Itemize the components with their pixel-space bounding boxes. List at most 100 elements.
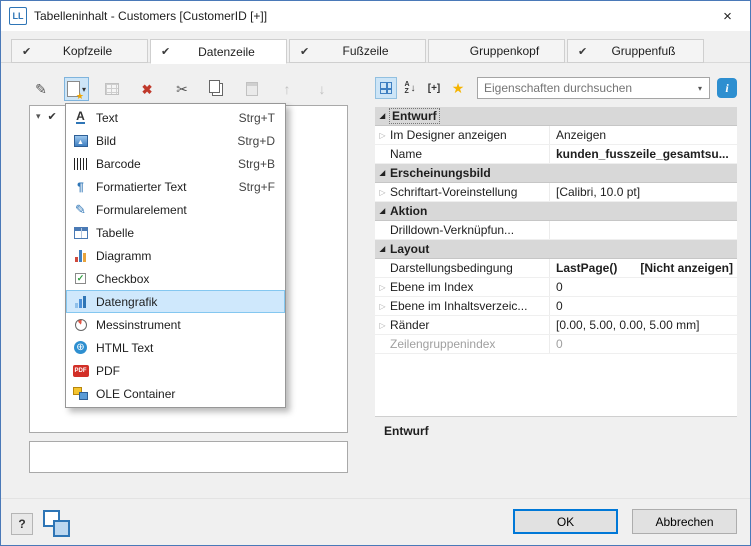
row-expander-icon[interactable]: ▷ — [375, 188, 390, 197]
section-header-layout[interactable]: ◢ Layout — [375, 240, 737, 259]
property-row-zeilengruppenindex[interactable]: Zeilengruppenindex 0 — [375, 335, 737, 354]
property-row-schriftart[interactable]: ▷ Schriftart-Voreinstellung [Calibri, 10… — [375, 183, 737, 202]
gauge-icon — [75, 319, 87, 331]
menu-item-label: Messinstrument — [96, 318, 268, 332]
property-row-ebene-im-index[interactable]: ▷ Ebene im Index 0 — [375, 278, 737, 297]
property-value[interactable]: 0 — [549, 278, 737, 296]
menu-item-label: Datengrafik — [96, 295, 268, 309]
row-expander-icon[interactable]: ▷ — [375, 302, 390, 311]
bracket-plus-icon: [+] — [428, 83, 441, 94]
section-header-erscheinungsbild[interactable]: ◢ Erscheinungsbild — [375, 164, 737, 183]
property-row-name[interactable]: Name kunden_fusszeile_gesamtsu... — [375, 145, 737, 164]
section-header-entwurf[interactable]: ◢ Entwurf — [375, 107, 737, 126]
row-expander-icon[interactable]: ▷ — [375, 283, 390, 292]
menu-item-label: Formatierter Text — [96, 180, 232, 194]
property-grid: ◢ Entwurf ▷ Im Designer anzeigen Anzeige… — [375, 107, 737, 416]
property-row-ebene-inhaltsverzeichnis[interactable]: ▷ Ebene im Inhaltsverzeic... 0 — [375, 297, 737, 316]
property-value[interactable]: [Calibri, 10.0 pt] — [549, 183, 737, 201]
menu-item-bild[interactable]: ▲ Bild Strg+D — [66, 129, 285, 152]
combo-arrow-icon[interactable]: ▾ — [691, 84, 709, 93]
image-icon: ▲ — [74, 135, 88, 147]
menu-item-text[interactable]: A Text Strg+T — [66, 106, 285, 129]
cut-icon: ✂ — [176, 82, 188, 96]
tab-fusszeile[interactable]: ✔ Fußzeile — [289, 39, 426, 63]
property-value[interactable]: LastPage() — [556, 261, 617, 275]
section-header-aktion[interactable]: ◢ Aktion — [375, 202, 737, 221]
categorized-icon — [380, 82, 392, 94]
wizard-button[interactable]: ✎ — [29, 77, 53, 101]
property-value[interactable]: [0.00, 5.00, 0.00, 5.00 mm] — [549, 316, 737, 334]
tab-label: Fußzeile — [316, 44, 415, 58]
tab-gruppenfuss[interactable]: ✔ Gruppenfuß — [567, 39, 704, 63]
section-label: Erscheinungsbild — [390, 166, 491, 180]
menu-item-diagramm[interactable]: Diagramm — [66, 244, 285, 267]
delete-button[interactable]: ✖ — [135, 77, 159, 101]
mountain-glyph: ▲ — [77, 139, 84, 146]
menu-item-label: OLE Container — [96, 387, 268, 401]
favorites-button[interactable]: ★ — [447, 77, 469, 99]
property-value[interactable]: kunden_fusszeile_gesamtsu... — [549, 145, 737, 163]
menu-item-html-text[interactable]: ⊕ HTML Text — [66, 336, 285, 359]
tab-datenzeile[interactable]: ✔ Datenzeile — [150, 39, 287, 64]
tab-kopfzeile[interactable]: ✔ Kopfzeile — [11, 39, 148, 63]
section-label: Aktion — [390, 204, 427, 218]
tab-label: Gruppenfuß — [594, 44, 693, 58]
sort-alphabetical-button[interactable]: AZ ↓ — [399, 77, 421, 99]
menu-item-pdf[interactable]: PDF PDF — [66, 359, 285, 382]
menu-item-formatierter-text[interactable]: ¶ Formatierter Text Strg+F — [66, 175, 285, 198]
menu-item-label: Tabelle — [96, 226, 268, 240]
property-row-im-designer-anzeigen[interactable]: ▷ Im Designer anzeigen Anzeigen — [375, 126, 737, 145]
property-value[interactable]: Anzeigen — [549, 126, 737, 144]
formatted-text-icon: ¶ — [77, 180, 84, 194]
menu-item-ole-container[interactable]: OLE Container — [66, 382, 285, 405]
copy-icon — [209, 80, 220, 93]
property-label: Ebene im Inhaltsverzeic... — [390, 299, 549, 313]
form-element-icon: ✎ — [75, 202, 86, 218]
cut-button[interactable]: ✂ — [170, 77, 194, 101]
edit-contents-button — [100, 77, 124, 101]
property-value[interactable] — [549, 221, 737, 239]
menu-item-checkbox[interactable]: ✓ Checkbox — [66, 267, 285, 290]
check-icon: ✔ — [22, 45, 38, 58]
menu-item-label: Checkbox — [96, 272, 268, 286]
menu-item-barcode[interactable]: Barcode Strg+B — [66, 152, 285, 175]
properties-toolbar: AZ ↓ [+] ★ ▾ i — [375, 75, 737, 101]
ok-button[interactable]: OK — [513, 509, 618, 534]
info-icon: i — [725, 81, 728, 96]
help-button[interactable]: ? — [11, 513, 33, 535]
property-value-state: [Nicht anzeigen] — [640, 261, 733, 275]
info-button[interactable]: i — [717, 78, 737, 98]
categorized-view-button[interactable] — [375, 77, 397, 99]
cancel-button[interactable]: Abbrechen — [632, 509, 737, 534]
property-search-input[interactable] — [478, 81, 691, 95]
star-icon: ★ — [76, 92, 84, 101]
arrow-down-icon: ↓ — [319, 82, 326, 96]
property-row-darstellungsbedingung[interactable]: Darstellungsbedingung LastPage() [Nicht … — [375, 259, 737, 278]
tab-gruppenkopf[interactable]: Gruppenkopf — [428, 39, 565, 63]
menu-item-datengrafik[interactable]: Datengrafik — [66, 290, 285, 313]
insert-object-button[interactable]: ★ ▾ — [64, 77, 89, 101]
property-search-combo[interactable]: ▾ — [477, 77, 710, 99]
row-expander-icon[interactable]: ▷ — [375, 321, 390, 330]
expression-mode-button[interactable]: [+] — [423, 77, 445, 99]
row-expander-icon[interactable]: ▷ — [375, 131, 390, 140]
titlebar: LL Tabelleninhalt - Customers [CustomerI… — [1, 1, 750, 31]
menu-item-formularelement[interactable]: ✎ Formularelement — [66, 198, 285, 221]
delete-icon: ✖ — [142, 83, 153, 96]
property-value[interactable]: 0 — [549, 297, 737, 315]
property-row-drilldown[interactable]: Drilldown-Verknüpfun... — [375, 221, 737, 240]
menu-item-messinstrument[interactable]: Messinstrument — [66, 313, 285, 336]
copy-button[interactable] — [205, 77, 229, 101]
property-description-panel: Entwurf — [375, 416, 737, 492]
line-toolbar: ✎ ★ ▾ ✖ ✂ ↑ ↓ — [29, 75, 334, 103]
copy-layout-icon[interactable] — [41, 508, 71, 538]
close-button[interactable]: × — [705, 1, 750, 31]
window-title: Tabelleninhalt - Customers [CustomerID [… — [34, 9, 705, 23]
property-label: Ebene im Index — [390, 280, 549, 294]
property-label: Im Designer anzeigen — [390, 128, 549, 142]
secondary-list[interactable] — [29, 441, 348, 473]
star-icon: ★ — [452, 80, 465, 97]
menu-item-tabelle[interactable]: Tabelle — [66, 221, 285, 244]
menu-item-shortcut: Strg+T — [239, 111, 275, 125]
property-row-raender[interactable]: ▷ Ränder [0.00, 5.00, 0.00, 5.00 mm] — [375, 316, 737, 335]
